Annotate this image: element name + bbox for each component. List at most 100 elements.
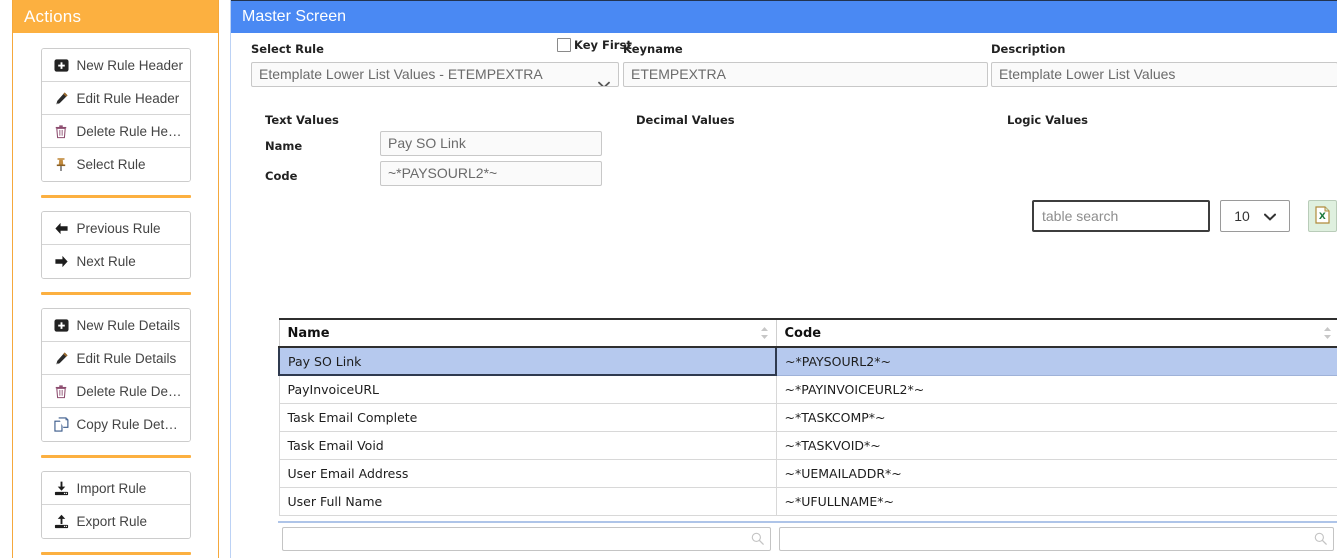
excel-export-button[interactable]: X — [1308, 200, 1337, 232]
arrow-left-icon — [54, 221, 71, 236]
table-row[interactable]: Task Email Complete~*TASKCOMP*~ — [279, 403, 1337, 431]
main-panel: Master Screen Select Rule Etemplate Lowe… — [230, 0, 1337, 558]
action-button-label: New Rule Details — [77, 309, 181, 342]
select-rule-value: Etemplate Lower List Values - ETEMPEXTRA — [259, 66, 543, 82]
filter-input-code[interactable] — [779, 527, 1334, 551]
filter-cell — [278, 522, 775, 556]
description-input[interactable]: Etemplate Lower List Values — [991, 62, 1337, 87]
keyname-label: Keyname — [623, 42, 683, 56]
key-first-checkbox[interactable] — [557, 38, 571, 52]
table-row[interactable]: Task Email Void~*TASKVOID*~ — [279, 431, 1337, 459]
action-button-label: Copy Rule Det… — [77, 408, 178, 441]
import-icon — [54, 481, 71, 496]
code-field-label: Code — [265, 169, 297, 183]
excel-export-icon: X — [1315, 206, 1330, 227]
table-body: Pay SO Link~*PAYSOURL2*~PayInvoiceURL~*P… — [279, 347, 1337, 515]
rule-header-form: Select Rule Etemplate Lower List Values … — [231, 33, 1337, 95]
cell-code: ~*UEMAILADDR*~ — [776, 459, 1337, 487]
action-button-next-rule[interactable]: Next Rule — [42, 245, 190, 278]
trash-icon — [54, 384, 71, 399]
cell-name: User Full Name — [279, 487, 776, 515]
sidebar-divider — [41, 195, 191, 198]
action-button-delete-rule-he[interactable]: Delete Rule He… — [42, 115, 190, 148]
action-button-label: Delete Rule De… — [77, 375, 182, 408]
sidebar-title: Actions — [13, 0, 218, 33]
name-field-label: Name — [265, 139, 302, 153]
column-header-code-label: Code — [785, 326, 822, 341]
select-rule-label: Select Rule — [251, 42, 324, 56]
rule-details-table: Name Code — [278, 318, 1337, 516]
actions-sidebar: Actions New Rule HeaderEdit Rule HeaderD… — [12, 0, 219, 558]
sidebar-divider — [41, 455, 191, 458]
column-header-code[interactable]: Code — [776, 319, 1337, 347]
name-field[interactable]: Pay SO Link — [380, 131, 602, 156]
values-section: Text Values Decimal Values Logic Values … — [231, 95, 1337, 195]
export-icon — [54, 514, 71, 529]
action-button-label: Next Rule — [77, 245, 136, 278]
trash-icon — [54, 124, 71, 139]
column-header-name[interactable]: Name — [279, 319, 776, 347]
action-button-label: Import Rule — [77, 472, 147, 505]
action-button-label: New Rule Header — [77, 49, 184, 82]
pencil-icon — [54, 91, 71, 106]
table-row[interactable]: User Full Name~*UFULLNAME*~ — [279, 487, 1337, 515]
chevron-down-icon — [598, 73, 610, 88]
action-button-select-rule[interactable]: Select Rule — [42, 148, 190, 181]
action-button-label: Export Rule — [77, 505, 148, 538]
page-size-select[interactable]: 10 — [1220, 200, 1290, 232]
page-title: Master Screen — [231, 0, 1337, 33]
pin-icon — [54, 157, 71, 172]
action-button-label: Delete Rule He… — [77, 115, 182, 148]
cell-name: Task Email Void — [279, 431, 776, 459]
action-button-delete-rule-de[interactable]: Delete Rule De… — [42, 375, 190, 408]
action-button-new-rule-header[interactable]: New Rule Header — [42, 49, 190, 82]
table-row[interactable]: User Email Address~*UEMAILADDR*~ — [279, 459, 1337, 487]
table-search-input[interactable]: table search — [1032, 200, 1210, 232]
logic-values-title: Logic Values — [1007, 113, 1088, 127]
action-button-export-rule[interactable]: Export Rule — [42, 505, 190, 538]
cell-code: ~*TASKCOMP*~ — [776, 403, 1337, 431]
description-label: Description — [991, 42, 1065, 56]
pencil-icon — [54, 351, 71, 366]
action-button-label: Edit Rule Details — [77, 342, 177, 375]
cell-name: PayInvoiceURL — [279, 375, 776, 403]
text-values-title: Text Values — [265, 113, 339, 127]
sidebar-button-group: Previous RuleNext Rule — [41, 211, 191, 279]
search-icon — [1314, 532, 1327, 548]
sidebar-button-group: Import RuleExport Rule — [41, 471, 191, 539]
sidebar-divider — [41, 292, 191, 295]
filter-cell — [775, 522, 1337, 556]
chevron-down-icon — [1264, 208, 1276, 224]
page-size-value: 10 — [1234, 208, 1250, 224]
table-filter-row — [278, 521, 1337, 556]
filter-row — [278, 522, 1337, 556]
action-button-copy-rule-det[interactable]: Copy Rule Det… — [42, 408, 190, 441]
sidebar-button-groups: New Rule HeaderEdit Rule HeaderDelete Ru… — [13, 48, 218, 555]
select-rule-dropdown[interactable]: Etemplate Lower List Values - ETEMPEXTRA — [251, 62, 619, 87]
cell-code: ~*UFULLNAME*~ — [776, 487, 1337, 515]
action-button-previous-rule[interactable]: Previous Rule — [42, 212, 190, 245]
filter-input-name[interactable] — [282, 527, 771, 551]
action-button-edit-rule-details[interactable]: Edit Rule Details — [42, 342, 190, 375]
table-row[interactable]: Pay SO Link~*PAYSOURL2*~ — [279, 347, 1337, 375]
key-first-control[interactable]: Key First — [557, 38, 632, 52]
app-root: Actions New Rule HeaderEdit Rule HeaderD… — [0, 0, 1337, 558]
keyname-input[interactable]: ETEMPEXTRA — [623, 62, 988, 87]
sidebar-button-group: New Rule HeaderEdit Rule HeaderDelete Ru… — [41, 48, 191, 182]
action-button-label: Previous Rule — [77, 212, 161, 245]
sort-arrows-icon — [760, 326, 769, 344]
table-row[interactable]: PayInvoiceURL~*PAYINVOICEURL2*~ — [279, 375, 1337, 403]
plus-square-icon — [54, 318, 71, 333]
action-button-new-rule-details[interactable]: New Rule Details — [42, 309, 190, 342]
code-field[interactable]: ~*PAYSOURL2*~ — [380, 161, 602, 186]
column-header-name-label: Name — [288, 326, 330, 341]
decimal-values-title: Decimal Values — [636, 113, 735, 127]
cell-name: Task Email Complete — [279, 403, 776, 431]
cell-name: Pay SO Link — [279, 347, 776, 375]
plus-square-icon — [54, 58, 71, 73]
svg-text:X: X — [1319, 212, 1326, 222]
action-button-import-rule[interactable]: Import Rule — [42, 472, 190, 505]
action-button-edit-rule-header[interactable]: Edit Rule Header — [42, 82, 190, 115]
action-button-label: Select Rule — [77, 148, 146, 181]
cell-code: ~*TASKVOID*~ — [776, 431, 1337, 459]
